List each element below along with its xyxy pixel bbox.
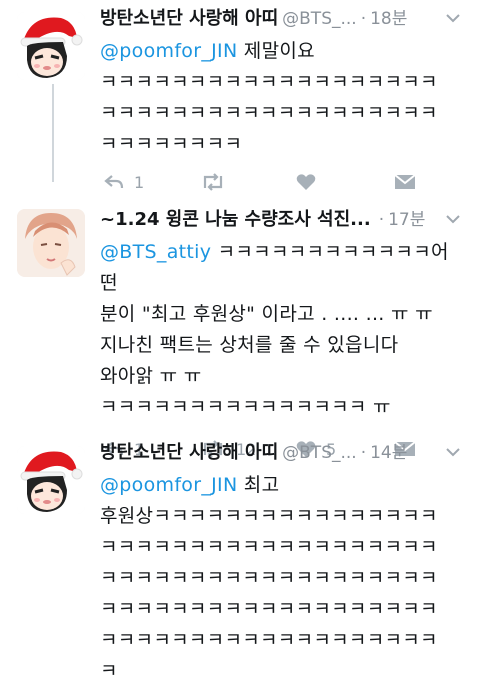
separator-dot: ·	[378, 210, 385, 230]
thread-connector-line	[52, 84, 54, 182]
user-handle[interactable]: @BTS_...	[282, 9, 357, 29]
mention-link[interactable]: @BTS_attiy	[100, 241, 211, 263]
heart-icon	[296, 173, 316, 191]
direct-message-button[interactable]	[394, 168, 416, 196]
tweet-text: @BTS_attiy ㅋㅋㅋㅋㅋㅋㅋㅋㅋㅋㅋㅋ어떤 분이 "최고 후원상" 이라…	[100, 237, 466, 423]
tweet-text-span: 최고	[237, 474, 280, 496]
timestamp[interactable]: 18분	[370, 9, 407, 29]
mention-link[interactable]: @poomfor_JIN	[100, 40, 237, 62]
reply-icon	[104, 174, 124, 190]
display-name[interactable]: 방탄소년단 사랑해 아띠	[100, 442, 278, 463]
display-name[interactable]: ~1.24 윙콘 나눔 수량조사 석진...	[100, 209, 371, 230]
tweet-text-line: ㅋㅋㅋㅋㅋㅋㅋㅋㅋㅋㅋㅋㅋㅋㅋㅋㅋㅋㅋ	[100, 629, 438, 651]
tweet-text: @poomfor_JIN 제말이요 ㅋㅋㅋㅋㅋㅋㅋㅋㅋㅋㅋㅋㅋㅋㅋㅋㅋㅋㅋ ㅋㅋ…	[100, 36, 466, 160]
tweet-text-line: 와아앍 ㅠ ㅠ	[100, 365, 202, 387]
separator-dot: ·	[360, 443, 367, 463]
timestamp[interactable]: 17분	[388, 210, 425, 230]
like-button[interactable]	[296, 168, 326, 196]
tweet-text-line: ㅋ	[100, 660, 118, 682]
user-handle[interactable]: @BTS_...	[282, 443, 357, 463]
display-name[interactable]: 방탄소년단 사랑해 아띠	[100, 8, 278, 29]
tweet-text-line: 지나친 팩트는 상처를 줄 수 있읍니다	[100, 334, 399, 356]
avatar[interactable]	[17, 12, 85, 80]
timestamp[interactable]: 14분	[370, 443, 407, 463]
mention-link[interactable]: @poomfor_JIN	[100, 474, 237, 496]
reply-button[interactable]: 1	[104, 168, 144, 196]
tweet-text-span: 제말이요	[237, 40, 315, 62]
tweet-text-line: ㅋㅋㅋㅋㅋㅋㅋㅋㅋㅋㅋㅋㅋㅋㅋ ㅠ	[100, 396, 391, 418]
tweet-text-line: ㅋㅋㅋㅋㅋㅋㅋㅋㅋㅋㅋㅋㅋㅋㅋㅋㅋㅋㅋ	[100, 567, 438, 589]
tweet-text-line: 후원상ㅋㅋㅋㅋㅋㅋㅋㅋㅋㅋㅋㅋㅋㅋㅋㅋ	[100, 505, 438, 527]
tweet-text-line: 분이 "최고 후원상" 이라고 . .... ... ㅠ ㅠ	[100, 303, 433, 325]
envelope-icon	[394, 174, 416, 190]
tweet-text-line: ㅋㅋㅋㅋㅋㅋㅋㅋㅋㅋㅋㅋㅋㅋㅋㅋㅋㅋㅋ	[100, 536, 438, 558]
tweet-text: @poomfor_JIN 최고 후원상ㅋㅋㅋㅋㅋㅋㅋㅋㅋㅋㅋㅋㅋㅋㅋㅋ ㅋㅋㅋㅋ…	[100, 470, 466, 687]
tweet-text-line: ㅋㅋㅋㅋㅋㅋㅋㅋㅋㅋㅋㅋㅋㅋㅋㅋㅋㅋㅋ	[100, 102, 438, 124]
retweet-icon	[200, 173, 226, 191]
tweet-text-line: ㅋㅋㅋㅋㅋㅋㅋㅋ	[100, 133, 243, 155]
tweet-text-line: ㅋㅋㅋㅋㅋㅋㅋㅋㅋㅋㅋㅋㅋㅋㅋㅋㅋㅋㅋ	[100, 598, 438, 620]
retweet-button[interactable]	[200, 168, 236, 196]
chevron-down-icon[interactable]	[446, 4, 460, 34]
tweet-text-line: ㅋㅋㅋㅋㅋㅋㅋㅋㅋㅋㅋㅋㅋㅋㅋㅋㅋㅋㅋ	[100, 71, 438, 93]
separator-dot: ·	[360, 9, 367, 29]
avatar[interactable]	[17, 446, 85, 514]
reply-count: 1	[134, 172, 145, 192]
chevron-down-icon[interactable]	[446, 438, 460, 468]
chevron-down-icon[interactable]	[446, 205, 460, 235]
avatar[interactable]	[17, 209, 85, 277]
